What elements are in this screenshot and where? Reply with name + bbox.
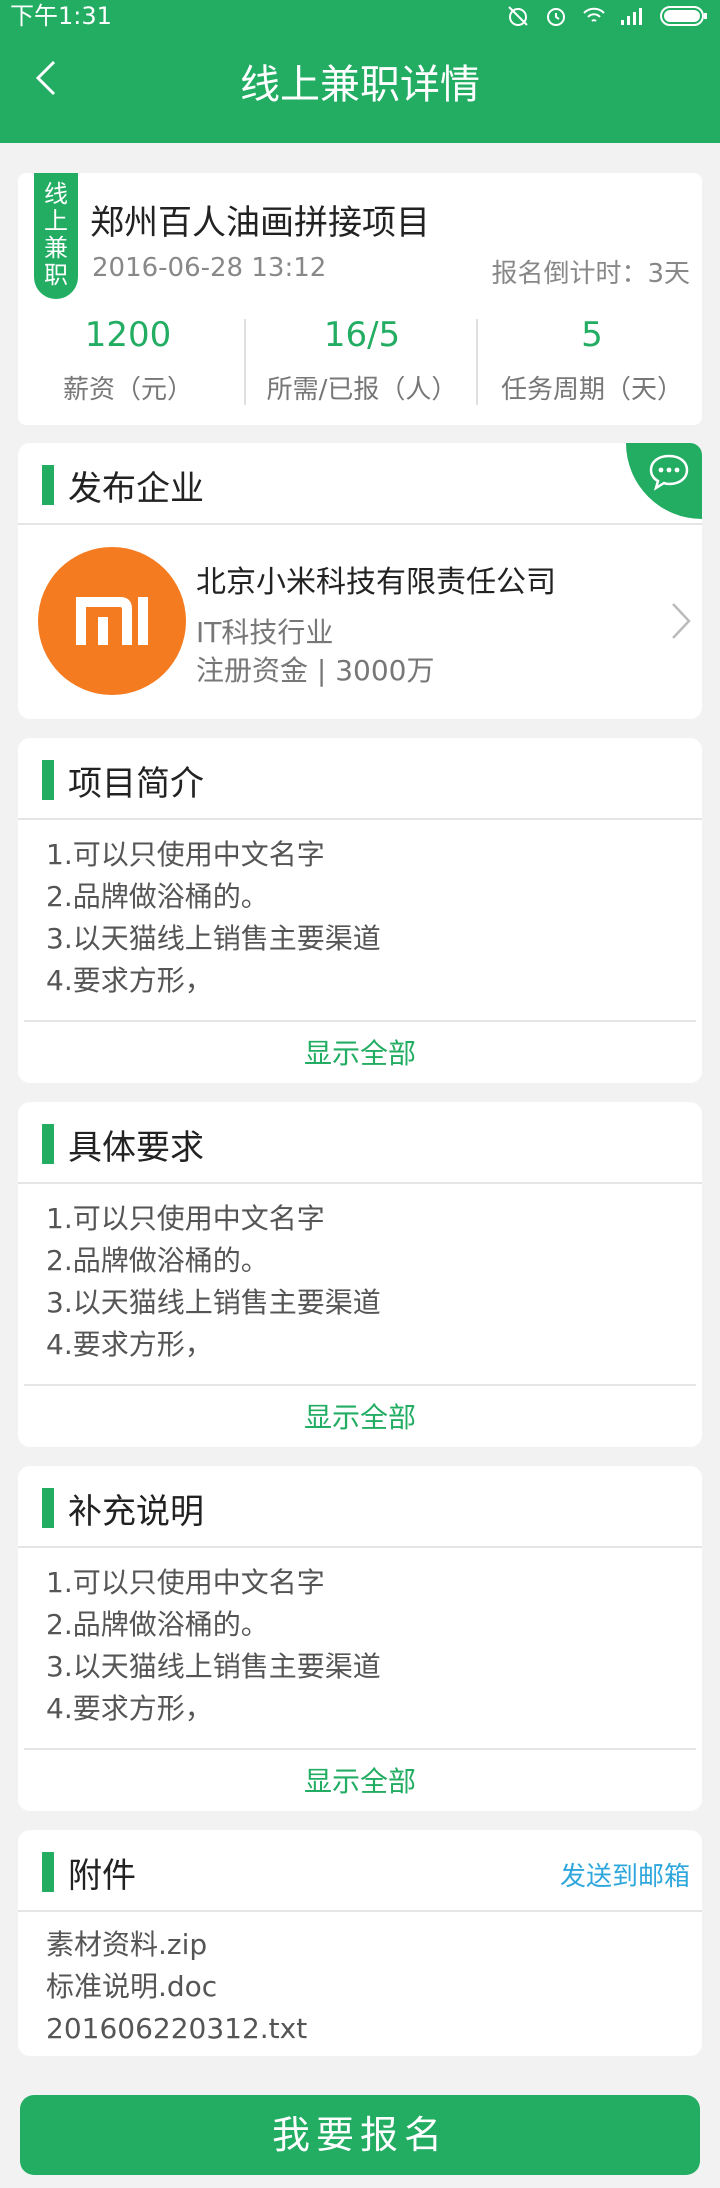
project-intro-card: 项目简介 1.可以只使用中文名字 2.品牌做浴桶的。 3.以天猫线上销售主要渠道… [18,738,702,1083]
section-header: 发布企业 [18,443,702,525]
page-title: 线上兼职详情 [240,62,480,108]
list-item: 3.以天猫线上销售主要渠道 [46,1286,381,1319]
mi-logo-icon [76,597,148,645]
section-title: 具体要求 [68,1128,204,1168]
list-item: 2.品牌做浴桶的。 [46,1244,269,1277]
headcount-value: 16/5 [323,315,401,355]
section-header: 附件 发送到邮箱 [18,1830,702,1912]
company-industry: IT科技行业 [196,616,334,649]
show-all-link[interactable]: 显示全部 [18,1032,702,1072]
section-title: 发布企业 [68,469,204,509]
attachments-card: 附件 发送到邮箱 素材资料.zip 标准说明.doc 201606220312.… [18,1830,702,2056]
app-header: 下午1:31 线上兼职详情 [0,0,720,143]
signup-button[interactable]: 我要报名 [20,2095,700,2175]
section-title: 项目简介 [68,764,204,804]
chevron-right-icon [672,603,691,639]
notes-card: 补充说明 1.可以只使用中文名字 2.品牌做浴桶的。 3.以天猫线上销售主要渠道… [18,1466,702,1811]
signup-countdown: 报名倒计时：3天 [491,259,690,289]
list-item: 4.要求方形， [46,1328,213,1361]
battery-icon [660,6,707,26]
status-icons [506,2,708,30]
job-title: 郑州百人油画拼接项目 [90,203,430,243]
list-item: 3.以天猫线上销售主要渠道 [46,922,381,955]
attachment-file[interactable]: 素材资料.zip [46,1924,678,1966]
company-name: 北京小米科技有限责任公司 [196,565,556,600]
list-item: 2.品牌做浴桶的。 [46,1608,269,1641]
attachment-file[interactable]: 201606220312.txt [46,2008,678,2050]
section-accent-bar [42,1488,54,1528]
job-summary-card: 线上兼职 郑州百人油画拼接项目 2016-06-28 13:12 报名倒计时：3… [18,173,702,425]
show-all-link[interactable]: 显示全部 [18,1760,702,1800]
company-card: 发布企业 北京小米科技有限责任公司 IT科技行业 注册资金 | 3000万 [18,443,702,719]
period-label: 任务周期（天） [500,375,683,405]
attachment-list: 素材资料.zip 标准说明.doc 201606220312.txt [18,1912,702,2050]
company-capital: 注册资金 | 3000万 [196,654,435,687]
section-accent-bar [42,1124,54,1164]
requirements-card: 具体要求 1.可以只使用中文名字 2.品牌做浴桶的。 3.以天猫线上销售主要渠道… [18,1102,702,1447]
company-row[interactable]: 北京小米科技有限责任公司 IT科技行业 注册资金 | 3000万 [18,525,702,719]
list-item: 3.以天猫线上销售主要渠道 [46,1650,381,1683]
list-item: 1.可以只使用中文名字 [46,1202,325,1235]
divider [24,1384,696,1386]
send-to-email-link[interactable]: 发送到邮箱 [560,1856,690,1893]
status-time: 下午1:31 [10,2,112,30]
list-item: 2.品牌做浴桶的。 [46,880,269,913]
salary-label: 薪资（元） [62,375,193,405]
section-header: 项目简介 [18,738,702,820]
alarm-icon [547,8,565,26]
section-header: 补充说明 [18,1466,702,1548]
list-item: 4.要求方形， [46,1692,213,1725]
chat-icon [649,454,689,491]
job-date: 2016-06-28 13:12 [92,253,327,283]
list-item: 1.可以只使用中文名字 [46,1566,325,1599]
intro-list: 1.可以只使用中文名字 2.品牌做浴桶的。 3.以天猫线上销售主要渠道 4.要求… [18,820,702,1002]
stat-divider [244,319,246,405]
wifi-icon [583,7,605,22]
section-header: 具体要求 [18,1102,702,1184]
section-title: 附件 [68,1856,136,1896]
divider [24,1020,696,1022]
list-item: 1.可以只使用中文名字 [46,838,325,871]
footer-bar: 我要报名 [0,2075,720,2188]
stat-divider [476,319,478,405]
salary-value: 1200 [84,315,172,355]
section-accent-bar [42,760,54,800]
headcount-label: 所需/已报（人） [266,375,458,405]
section-accent-bar [42,1852,54,1892]
alarm-off-icon [508,6,528,26]
notes-list: 1.可以只使用中文名字 2.品牌做浴桶的。 3.以天猫线上销售主要渠道 4.要求… [18,1548,702,1730]
signal-icon [621,8,642,25]
period-value: 5 [581,315,603,355]
requirements-list: 1.可以只使用中文名字 2.品牌做浴桶的。 3.以天猫线上销售主要渠道 4.要求… [18,1184,702,1366]
divider [24,1748,696,1750]
section-accent-bar [42,465,54,505]
job-tag: 线上兼职 [34,173,78,299]
company-logo [38,547,186,695]
attachment-file[interactable]: 标准说明.doc [46,1966,678,2008]
list-item: 4.要求方形， [46,964,213,997]
show-all-link[interactable]: 显示全部 [18,1396,702,1436]
section-title: 补充说明 [68,1492,204,1532]
